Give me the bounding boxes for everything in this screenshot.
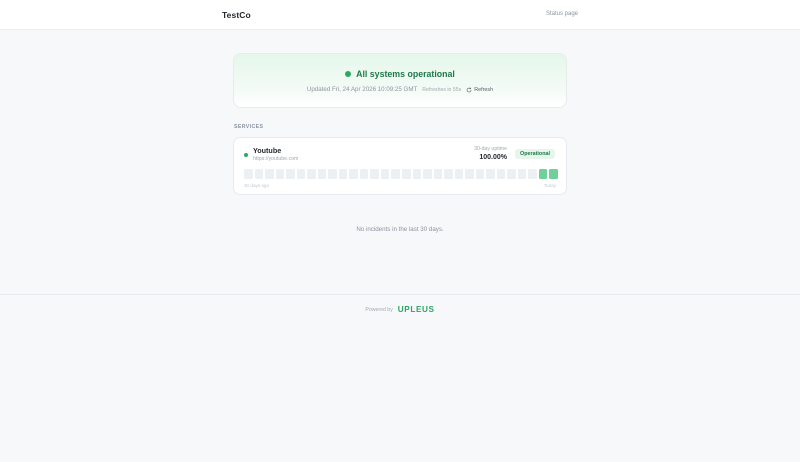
top-bar: TestCo Status page [0, 0, 800, 30]
refresh-countdown: Refreshes in 55s [422, 86, 462, 93]
powered-by-text: Powered by [365, 306, 393, 313]
uptime-day-bar[interactable] [412, 169, 422, 179]
uptime-day-bar[interactable] [338, 169, 348, 179]
brand-name[interactable]: TestCo [222, 10, 251, 20]
uptime-day-bar[interactable] [391, 169, 400, 179]
uptime-day-bar[interactable] [359, 169, 369, 179]
service-card[interactable]: Youtube https://youtube.com 30-day uptim… [233, 137, 567, 195]
uptime-day-bar[interactable] [433, 169, 443, 179]
uptime-day-bar[interactable] [349, 169, 358, 179]
upleus-logo[interactable]: UPLEUS [398, 305, 435, 314]
uptime-day-bar[interactable] [244, 169, 253, 179]
refresh-button[interactable]: Refresh [466, 87, 493, 93]
uptime-day-bar[interactable] [444, 169, 453, 179]
uptime-day-bar[interactable] [475, 169, 485, 179]
overall-status-banner: All systems operational Updated Fri, 24 … [233, 53, 567, 108]
uptime-day-bar[interactable] [496, 169, 506, 179]
uptime-day-bar[interactable] [317, 169, 327, 179]
uptime-day-bar[interactable] [517, 169, 527, 179]
status-badge: Operational [515, 149, 555, 159]
uptime-day-bar[interactable] [538, 169, 548, 179]
uptime-day-bar[interactable] [307, 169, 316, 179]
uptime-day-bar[interactable] [265, 169, 274, 179]
status-title-row: All systems operational [234, 69, 566, 79]
services-section-label: SERVICES [234, 124, 264, 130]
refresh-icon [466, 87, 472, 92]
uptime-day-bar[interactable] [286, 169, 295, 179]
uptime-day-bar[interactable] [528, 169, 537, 179]
footer: Powered by UPLEUS [0, 305, 800, 314]
service-url[interactable]: https://youtube.com [253, 156, 298, 162]
bars-end-caption: Today [543, 183, 556, 188]
footer-divider [0, 294, 800, 295]
last-updated-text: Updated Fri, 24 Apr 2026 10:09:25 GMT [306, 86, 418, 93]
uptime-day-bar[interactable] [380, 169, 390, 179]
uptime-day-bar[interactable] [549, 169, 558, 179]
refresh-label: Refresh [474, 86, 494, 93]
uptime-day-bar[interactable] [275, 169, 285, 179]
status-meta-row: Updated Fri, 24 Apr 2026 10:09:25 GMT Re… [234, 86, 566, 93]
uptime-label: 30-day uptime [474, 146, 507, 152]
uptime-day-bar[interactable] [328, 169, 337, 179]
service-name: Youtube [253, 146, 282, 155]
status-dot-icon [345, 71, 352, 77]
uptime-day-bar[interactable] [465, 169, 474, 179]
uptime-day-bar[interactable] [401, 169, 411, 179]
uptime-day-bar[interactable] [254, 169, 264, 179]
uptime-history-bars [244, 169, 558, 179]
bars-start-caption: 30 days ago [244, 183, 270, 188]
overall-status-title: All systems operational [356, 69, 455, 79]
uptime-day-bar[interactable] [296, 169, 306, 179]
incidents-empty-state: No incidents in the last 30 days. [356, 226, 444, 233]
uptime-day-bar[interactable] [486, 169, 495, 179]
uptime-value: 100.00% [479, 154, 507, 161]
status-page-link[interactable]: Status page [546, 11, 578, 17]
uptime-day-bar[interactable] [454, 169, 464, 179]
uptime-day-bar[interactable] [423, 169, 432, 179]
service-status-dot-icon [244, 153, 248, 157]
uptime-day-bar[interactable] [507, 169, 516, 179]
uptime-day-bar[interactable] [370, 169, 379, 179]
